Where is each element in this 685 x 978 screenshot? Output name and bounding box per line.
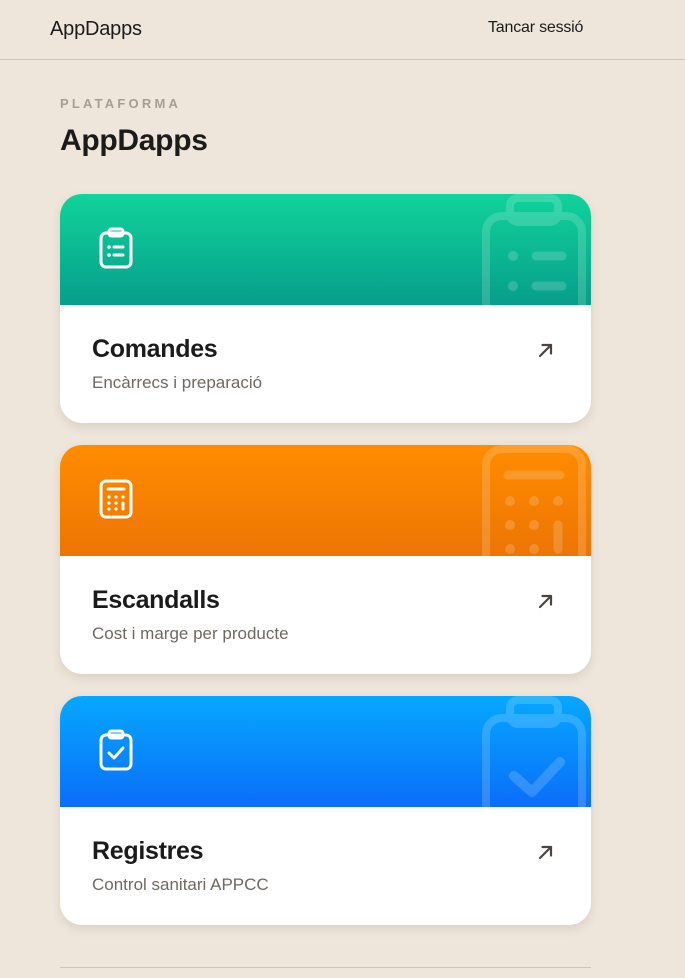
card-title: Registres: [92, 837, 204, 865]
card-subtitle: Control sanitari APPCC: [92, 875, 269, 894]
calculator-icon: [482, 445, 586, 556]
clipboard-check-icon: [99, 729, 133, 771]
logout-button[interactable]: Tancar sessió: [488, 19, 583, 37]
card-subtitle: Cost i marge per producte: [92, 624, 289, 643]
card-registres[interactable]: Registres Control sanitari APPCC: [60, 696, 591, 925]
arrow-up-right-icon: [538, 594, 553, 609]
card-title: Escandalls: [92, 586, 220, 614]
footer-divider: [60, 967, 591, 968]
clipboard-list-icon: [482, 194, 586, 305]
card-banner: [60, 445, 591, 556]
arrow-up-right-icon: [538, 845, 553, 860]
clipboard-check-icon: [482, 696, 586, 807]
card-banner: [60, 194, 591, 305]
card-comandes[interactable]: Comandes Encàrrecs i preparació: [60, 194, 591, 423]
brand-name[interactable]: AppDapps: [50, 18, 142, 41]
calculator-icon: [99, 479, 133, 519]
page-title: AppDapps: [60, 124, 208, 157]
card-escandalls[interactable]: Escandalls Cost i marge per producte: [60, 445, 591, 674]
card-title: Comandes: [92, 335, 218, 363]
top-bar: AppDapps Tancar sessió: [0, 0, 685, 60]
card-banner: [60, 696, 591, 807]
clipboard-list-icon: [99, 227, 133, 269]
arrow-up-right-icon: [538, 343, 553, 358]
section-eyebrow: PLATAFORMA: [60, 96, 182, 111]
card-subtitle: Encàrrecs i preparació: [92, 373, 263, 392]
